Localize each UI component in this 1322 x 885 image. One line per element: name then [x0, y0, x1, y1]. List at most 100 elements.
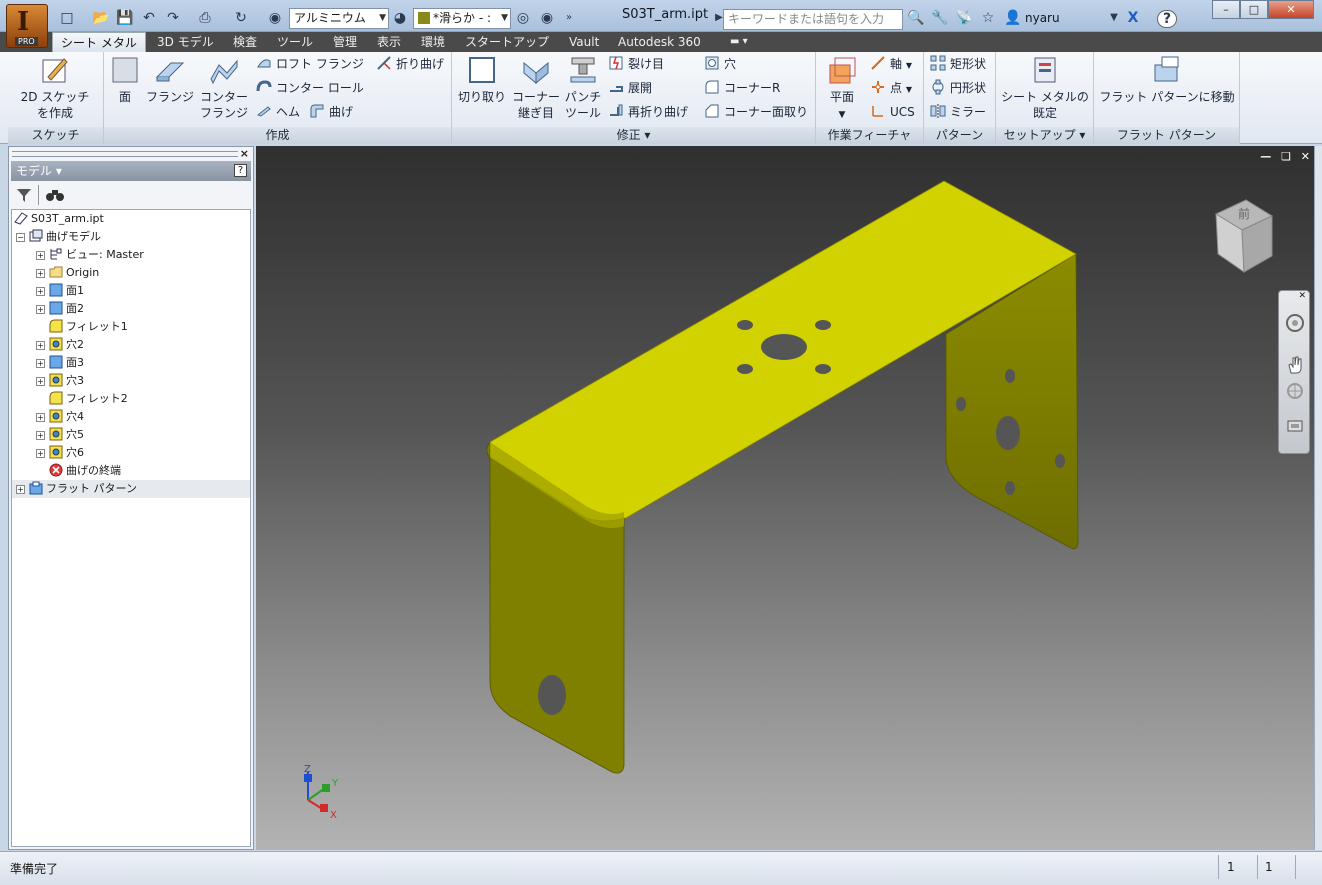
- panel-modify-title[interactable]: 修正 ▾: [452, 127, 815, 144]
- tab-tools[interactable]: ツール: [269, 32, 321, 52]
- tree-node[interactable]: + フラット パターン: [12, 480, 250, 498]
- save-icon[interactable]: 💾: [116, 10, 134, 26]
- tab-manage[interactable]: 管理: [325, 32, 365, 52]
- cut-button[interactable]: 切り取り: [454, 55, 510, 105]
- orbit-icon[interactable]: [1285, 381, 1305, 401]
- browser-grip[interactable]: [12, 151, 238, 157]
- tab-sheet-metal[interactable]: シート メタル: [52, 32, 146, 52]
- expand-icon[interactable]: +: [36, 251, 45, 260]
- tree-node[interactable]: + Origin: [36, 264, 99, 282]
- help-icon[interactable]: ?: [1157, 10, 1177, 28]
- expand-icon[interactable]: +: [36, 449, 45, 458]
- tab-inspect[interactable]: 検査: [225, 32, 265, 52]
- contour-flange-button[interactable]: コンター フランジ: [198, 55, 250, 121]
- graphics-viewport[interactable]: — ❏ ✕ 前 Z Y X: [256, 146, 1314, 850]
- bend-button[interactable]: 曲げ: [309, 102, 353, 122]
- update-icon[interactable]: ↻: [232, 10, 250, 26]
- color-wheel-icon[interactable]: ◕: [391, 10, 409, 26]
- panel-setup-title[interactable]: セットアップ ▾: [996, 127, 1093, 144]
- tree-node[interactable]: + 面1: [36, 282, 84, 300]
- create-2d-sketch-button[interactable]: 2D スケッチ を作成: [14, 55, 96, 121]
- fold-button[interactable]: 折り曲げ: [376, 54, 444, 74]
- browser-title[interactable]: モデル ▾: [16, 164, 62, 178]
- clear-appearance-icon[interactable]: ◉: [538, 10, 556, 26]
- corner-seam-button[interactable]: コーナー 継ぎ目: [510, 55, 562, 121]
- expand-icon[interactable]: +: [36, 341, 45, 350]
- go-to-flat-pattern-button[interactable]: フラット パターンに移動: [1096, 55, 1238, 105]
- appearance-select[interactable]: *滑らか - : ▼: [413, 8, 511, 29]
- corner-chamfer-button[interactable]: コーナー面取り: [704, 102, 808, 122]
- tree-node[interactable]: フィレット1: [36, 318, 128, 336]
- tab-autodesk-360[interactable]: Autodesk 360: [610, 32, 709, 52]
- application-menu-button[interactable]: I PRO: [6, 4, 48, 48]
- tab-get-started[interactable]: スタートアップ: [457, 32, 557, 52]
- new-file-icon[interactable]: □: [58, 10, 76, 26]
- unfold-button[interactable]: 展開: [608, 78, 652, 98]
- user-dropdown-icon[interactable]: ▼: [1105, 10, 1123, 26]
- tree-node[interactable]: + 穴6: [36, 444, 84, 462]
- satellite-icon[interactable]: 📡: [955, 10, 973, 26]
- tools-icon[interactable]: 🔧: [931, 10, 949, 26]
- look-at-icon[interactable]: [1285, 415, 1305, 435]
- sheet-metal-part[interactable]: [256, 146, 1314, 850]
- tree-root[interactable]: S03T_arm.ipt: [14, 210, 104, 228]
- rip-button[interactable]: 裂け目: [608, 54, 664, 74]
- user-name[interactable]: nyaru: [1025, 11, 1060, 25]
- flange-button[interactable]: フランジ: [144, 55, 196, 105]
- circular-pattern-button[interactable]: 円形状: [930, 78, 986, 98]
- contour-roll-button[interactable]: コンター ロール: [256, 78, 364, 98]
- ucs-button[interactable]: UCS: [870, 102, 915, 122]
- star-icon[interactable]: ☆: [979, 10, 997, 26]
- hole-button[interactable]: 穴: [704, 54, 736, 74]
- close-window-button[interactable]: ✕: [1268, 0, 1314, 19]
- hem-button[interactable]: ヘム: [256, 102, 300, 122]
- material-select[interactable]: アルミニウム ▼: [289, 8, 389, 29]
- minimize-button[interactable]: –: [1212, 0, 1240, 19]
- tree-node[interactable]: + 面2: [36, 300, 84, 318]
- help-search-input[interactable]: キーワードまたは語句を入力: [723, 9, 903, 30]
- axis-button[interactable]: 軸 ▼: [870, 54, 912, 74]
- exchange-icon[interactable]: X: [1124, 10, 1142, 26]
- redo-icon[interactable]: ↷: [164, 10, 182, 26]
- maximize-button[interactable]: □: [1240, 0, 1268, 19]
- plane-dropdown-icon[interactable]: ▼: [839, 110, 846, 120]
- face-button[interactable]: 面: [108, 55, 142, 105]
- refold-button[interactable]: 再折り曲げ: [608, 102, 688, 122]
- tree-node[interactable]: + 穴5: [36, 426, 84, 444]
- expand-icon[interactable]: +: [36, 359, 45, 368]
- loft-flange-button[interactable]: ロフト フランジ: [256, 54, 364, 74]
- expand-icon[interactable]: +: [36, 377, 45, 386]
- expand-icon[interactable]: +: [36, 287, 45, 296]
- expand-icon[interactable]: +: [36, 269, 45, 278]
- expand-icon[interactable]: +: [16, 485, 25, 494]
- print-icon[interactable]: ⎙: [196, 10, 214, 26]
- expand-icon[interactable]: +: [36, 305, 45, 314]
- tree-node[interactable]: + 穴2: [36, 336, 84, 354]
- filter-icon[interactable]: [15, 186, 33, 204]
- navbar-close-icon[interactable]: ✕: [1298, 291, 1306, 301]
- open-file-icon[interactable]: 📂: [92, 10, 110, 26]
- viewcube[interactable]: 前: [1212, 194, 1276, 276]
- tree-node[interactable]: + 穴4: [36, 408, 84, 426]
- punch-tool-button[interactable]: パンチ ツール: [562, 55, 604, 121]
- adjust-appearance-icon[interactable]: ◎: [514, 10, 532, 26]
- rectangular-pattern-button[interactable]: 矩形状: [930, 54, 986, 74]
- tab-environments[interactable]: 環境: [413, 32, 453, 52]
- tab-vault[interactable]: Vault: [561, 32, 607, 52]
- tree-node[interactable]: フィレット2: [36, 390, 128, 408]
- tree-node[interactable]: − 曲げモデル: [16, 228, 101, 246]
- tab-view[interactable]: 表示: [369, 32, 409, 52]
- undo-icon[interactable]: ↶: [140, 10, 158, 26]
- steering-wheel-icon[interactable]: [1285, 313, 1305, 333]
- find-icon[interactable]: [45, 186, 65, 204]
- expand-icon[interactable]: +: [36, 413, 45, 422]
- point-button[interactable]: 点 ▼: [870, 78, 912, 98]
- browser-close-button[interactable]: ×: [240, 147, 249, 160]
- plane-button[interactable]: 平面 ▼: [820, 55, 864, 123]
- tree-node[interactable]: + 面3: [36, 354, 84, 372]
- viewport-scrollbar[interactable]: [1314, 146, 1322, 850]
- expand-icon[interactable]: +: [36, 431, 45, 440]
- more-tools-icon[interactable]: »: [560, 10, 578, 26]
- browser-help-button[interactable]: ?: [234, 164, 247, 177]
- collapse-icon[interactable]: −: [16, 233, 25, 242]
